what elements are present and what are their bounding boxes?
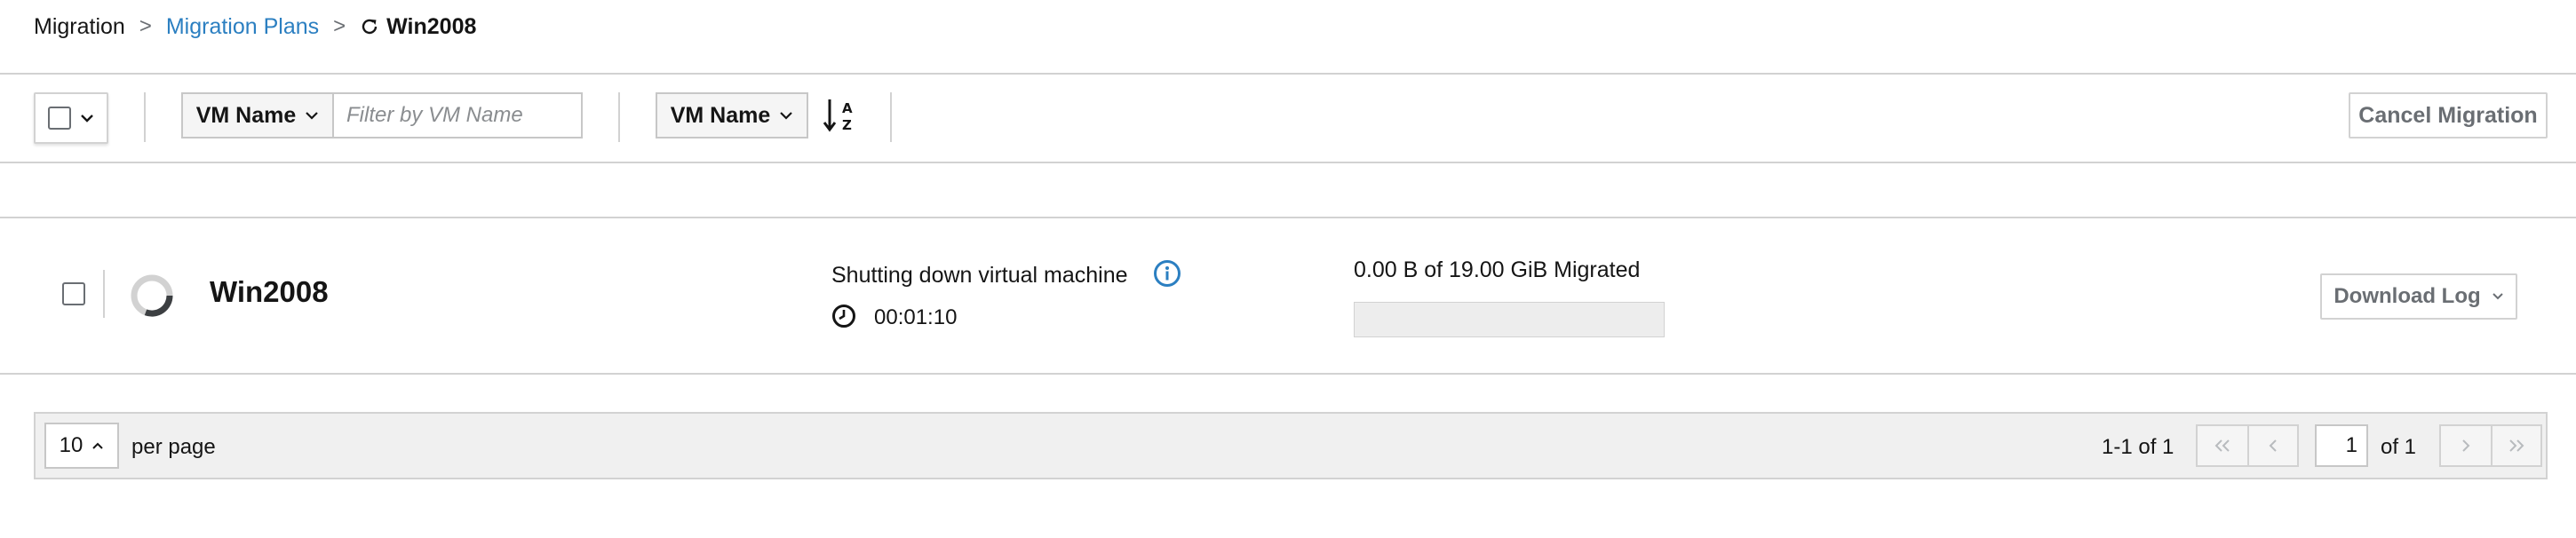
previous-page-button[interactable] <box>2247 426 2297 465</box>
per-page-label: per page <box>131 435 216 459</box>
first-page-button[interactable] <box>2198 426 2247 465</box>
migration-status: Shutting down virtual machine <box>831 263 1128 288</box>
chevron-down-icon <box>306 112 319 120</box>
sort-field-label: VM Name <box>670 102 771 128</box>
clock-icon <box>832 305 855 328</box>
breadcrumb-current-label: Win2008 <box>386 13 477 39</box>
pagination-range: 1-1 of 1 <box>2102 435 2174 459</box>
next-page-button[interactable] <box>2441 426 2491 465</box>
filter-input[interactable] <box>332 92 583 138</box>
toolbar-divider <box>0 162 2576 163</box>
last-page-button[interactable] <box>2491 426 2540 465</box>
bulk-select-dropdown[interactable] <box>34 92 108 144</box>
elapsed-time: 00:01:10 <box>874 305 958 329</box>
download-log-dropdown[interactable]: Download Log <box>2320 273 2517 320</box>
filter-field-label: VM Name <box>195 102 297 128</box>
vm-name: Win2008 <box>210 275 329 308</box>
chevron-down-icon <box>780 112 793 120</box>
sort-field-dropdown[interactable]: VM Name <box>656 92 808 138</box>
pagination-prev-group <box>2196 424 2299 467</box>
filter-field-dropdown[interactable]: VM Name <box>181 92 334 138</box>
row-separator <box>103 270 105 318</box>
refresh-icon <box>362 19 378 35</box>
pagination-bar: 10 per page 1-1 of 1 of 1 <box>34 412 2548 479</box>
angle-double-left-icon <box>2214 439 2230 452</box>
per-page-dropdown[interactable]: 10 <box>44 423 119 469</box>
breadcrumb-current: Win2008 <box>360 14 476 40</box>
angle-right-icon <box>2462 439 2470 452</box>
svg-text:A: A <box>842 100 853 116</box>
sort-alpha-asc-icon[interactable]: A Z <box>823 96 858 135</box>
svg-text:Z: Z <box>842 117 852 133</box>
breadcrumb: Migration > Migration Plans > Win2008 <box>34 12 476 41</box>
total-pages-label: of 1 <box>2381 435 2417 459</box>
migration-progress-text: 0.00 B of 19.00 GiB Migrated <box>1354 257 1641 282</box>
migration-progress-bar <box>1354 302 1665 337</box>
row-checkbox[interactable] <box>62 282 85 305</box>
toolbar-separator <box>890 92 892 142</box>
cancel-migration-button[interactable]: Cancel Migration <box>2349 92 2548 138</box>
pagination-next-group <box>2439 424 2542 467</box>
breadcrumb-separator: > <box>139 14 152 38</box>
breadcrumb-separator: > <box>333 14 346 38</box>
spinner-icon <box>131 274 173 317</box>
toolbar-separator <box>144 92 146 142</box>
breadcrumb-migration-plans-link[interactable]: Migration Plans <box>166 14 319 40</box>
download-log-label: Download Log <box>2334 284 2481 308</box>
caret-up-icon <box>92 442 104 449</box>
breadcrumb-migration[interactable]: Migration <box>34 14 125 40</box>
per-page-value: 10 <box>59 433 83 457</box>
list-bottom-divider <box>0 373 2576 375</box>
current-page-input[interactable] <box>2315 424 2368 467</box>
header-divider <box>0 73 2576 75</box>
toolbar-separator <box>618 92 620 142</box>
bulk-select-checkbox[interactable] <box>48 107 71 130</box>
angle-left-icon <box>2269 439 2277 452</box>
list-top-divider <box>0 217 2576 218</box>
info-circle-icon[interactable] <box>1153 259 1181 288</box>
chevron-down-icon <box>81 115 93 123</box>
angle-double-right-icon <box>2509 439 2524 452</box>
chevron-down-icon <box>2492 293 2503 300</box>
